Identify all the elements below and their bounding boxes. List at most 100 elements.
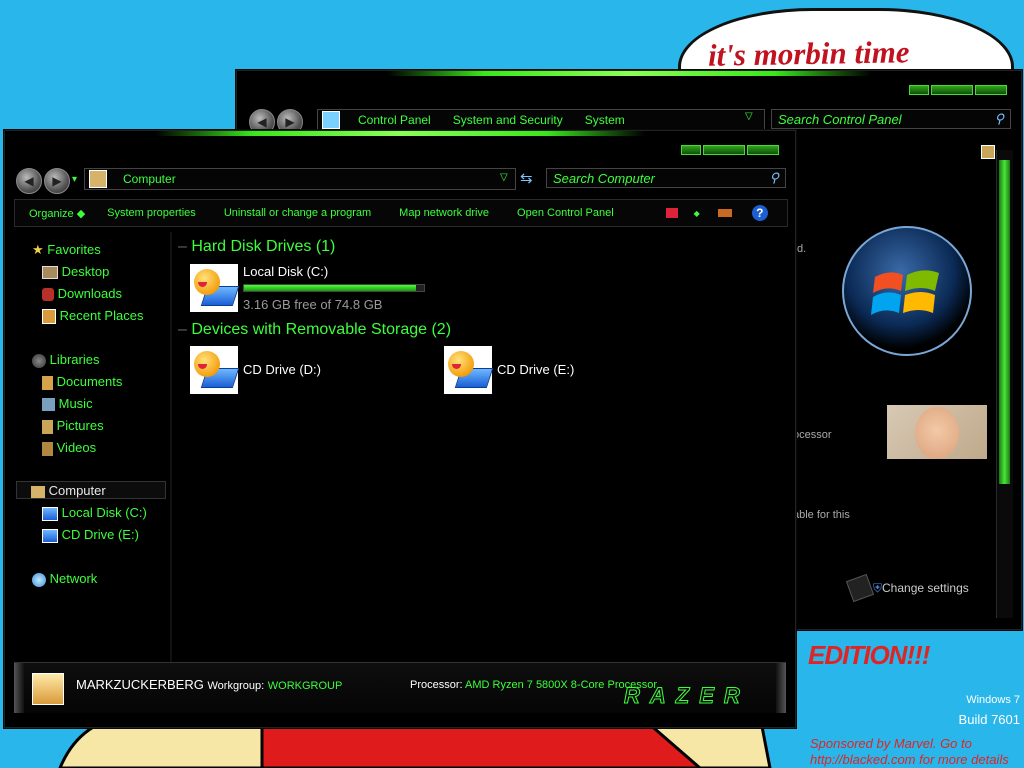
sidebar-item-local-disk[interactable]: Local Disk (C:) — [42, 505, 147, 527]
open-control-panel-button[interactable]: Open Control Panel — [517, 207, 614, 219]
pictures-icon — [42, 419, 53, 434]
sidebar-item-libraries[interactable]: Libraries — [32, 352, 143, 374]
system-properties-button[interactable]: System properties — [107, 207, 196, 219]
scrollbar-thumb[interactable] — [999, 160, 1010, 484]
computer-icon — [31, 485, 45, 498]
sidebar-item-recent-places[interactable]: Recent Places — [32, 308, 143, 330]
music-icon — [42, 398, 55, 412]
group-header-removable[interactable]: – Devices with Removable Storage (2) — [178, 321, 451, 339]
disk-icon — [42, 506, 58, 521]
view-options-icon[interactable]: ◆ — [694, 209, 700, 218]
help-icon[interactable] — [981, 145, 995, 159]
search-icon: ⚲ — [994, 111, 1004, 126]
workgroup-value: WORKGROUP — [267, 680, 343, 692]
maximize-button[interactable] — [931, 85, 973, 95]
uninstall-program-button[interactable]: Uninstall or change a program — [224, 207, 371, 219]
sponsor-text: Sponsored by Marvel. Go to http://blacke… — [810, 736, 1009, 767]
desktop-icon — [42, 266, 58, 280]
computer-icon — [32, 673, 64, 705]
os-name: Windows 7 — [966, 694, 1020, 706]
preview-pane-icon[interactable] — [717, 209, 732, 217]
address-bar[interactable]: Control Panel System and Security System — [317, 109, 765, 131]
documents-icon — [42, 375, 53, 390]
windows-logo — [842, 226, 972, 356]
sidebar-item-computer[interactable]: Computer — [16, 481, 166, 499]
refresh-icon[interactable]: ⇆ — [520, 169, 533, 187]
partial-text-2: ocessor — [793, 429, 832, 441]
partial-text-3: able for this — [793, 509, 850, 521]
map-network-drive-button[interactable]: Map network drive — [399, 207, 489, 219]
drive-icon — [190, 346, 240, 394]
breadcrumb-system-security[interactable]: System and Security — [453, 113, 563, 127]
cursor-icon — [845, 573, 875, 603]
window-controls — [909, 85, 1007, 95]
search-input[interactable]: Search Control Panel ⚲ — [771, 109, 1011, 129]
search-input[interactable]: Search Computer ⚲ — [546, 168, 786, 188]
change-settings-link[interactable]: ⛨Change settings — [873, 581, 969, 596]
speech-bubble-text: it's morbin time — [707, 34, 910, 73]
free-space-text: 3.16 GB free of 74.8 GB — [243, 297, 383, 312]
computer-name-line: MARKZUCKERBERG Workgroup: WORKGROUP — [76, 677, 342, 692]
recent-pages-icon[interactable]: ▾ — [72, 174, 77, 185]
processor-label: Processor: — [410, 679, 463, 691]
sidebar-item-downloads[interactable]: Downloads — [32, 286, 143, 308]
drive-name: Local Disk (C:) — [243, 264, 329, 279]
partial-text-1: d. — [797, 243, 807, 255]
address-bar[interactable]: Computer — [84, 168, 516, 190]
sidebar: ★ Favorites Desktop Downloads Recent Pla… — [32, 242, 143, 462]
sidebar-item-documents[interactable]: Documents — [32, 374, 143, 396]
window-controls — [681, 145, 779, 155]
libraries-icon — [32, 353, 46, 368]
cd-drive-icon — [42, 528, 58, 543]
star-icon: ★ — [32, 242, 44, 257]
usage-bar-fill — [244, 285, 417, 291]
help-icon[interactable]: ? — [751, 205, 768, 221]
minimize-button[interactable] — [681, 145, 701, 155]
sidebar-computer-children: Local Disk (C:) CD Drive (E:) — [42, 505, 147, 549]
drive-name: CD Drive (D:) — [243, 362, 321, 377]
maximize-button[interactable] — [703, 145, 745, 155]
organize-button[interactable]: Organize ◆ — [29, 207, 85, 220]
close-button[interactable] — [747, 145, 779, 155]
view-icon[interactable] — [665, 208, 678, 218]
recent-places-icon — [42, 309, 56, 325]
search-placeholder: Search Computer — [553, 170, 655, 186]
drive-icon — [444, 346, 494, 394]
search-icon: ⚲ — [769, 170, 779, 185]
back-button[interactable]: ◀ — [16, 168, 42, 194]
workgroup-label: Workgroup: — [207, 680, 265, 692]
search-placeholder: Search Control Panel — [778, 111, 902, 127]
computer-name: MARKZUCKERBERG — [76, 677, 204, 692]
title-glow — [387, 71, 871, 76]
forward-button[interactable]: ▶ — [44, 168, 70, 194]
computer-icon — [89, 170, 107, 188]
group-header-hdd[interactable]: – Hard Disk Drives (1) — [178, 238, 335, 256]
os-build: Build 7601 — [958, 712, 1020, 727]
chevron-down-icon[interactable]: ▽ — [500, 172, 508, 183]
minimize-button[interactable] — [909, 85, 929, 95]
user-photo — [887, 405, 987, 459]
breadcrumb-system[interactable]: System — [585, 113, 625, 127]
razer-logo: RAZER — [624, 683, 750, 709]
breadcrumb-control-panel[interactable]: Control Panel — [358, 113, 431, 127]
downloads-icon — [42, 288, 54, 302]
sidebar-item-pictures[interactable]: Pictures — [32, 418, 143, 440]
sidebar-item-cd-drive[interactable]: CD Drive (E:) — [42, 527, 147, 549]
processor-line: Processor: AMD Ryzen 7 5800X 8-Core Proc… — [410, 679, 657, 691]
title-glow — [155, 131, 645, 136]
sidebar-item-music[interactable]: Music — [32, 396, 143, 418]
drive-name: CD Drive (E:) — [497, 362, 575, 377]
network-icon — [32, 572, 46, 587]
computer-icon — [322, 111, 340, 129]
sidebar-item-desktop[interactable]: Desktop — [32, 264, 143, 286]
address-text: Computer — [123, 172, 176, 186]
chevron-down-icon[interactable]: ▽ — [745, 111, 753, 122]
sidebar-item-videos[interactable]: Videos — [32, 440, 143, 462]
videos-icon — [42, 441, 53, 456]
details-pane: MARKZUCKERBERG Workgroup: WORKGROUP Proc… — [14, 662, 786, 713]
special-edition-text: EDITION!!! — [808, 640, 930, 670]
close-button[interactable] — [975, 85, 1007, 95]
sidebar-item-favorites[interactable]: ★ Favorites — [32, 242, 143, 264]
sidebar-item-network[interactable]: Network — [32, 571, 97, 587]
usage-bar — [243, 284, 425, 292]
